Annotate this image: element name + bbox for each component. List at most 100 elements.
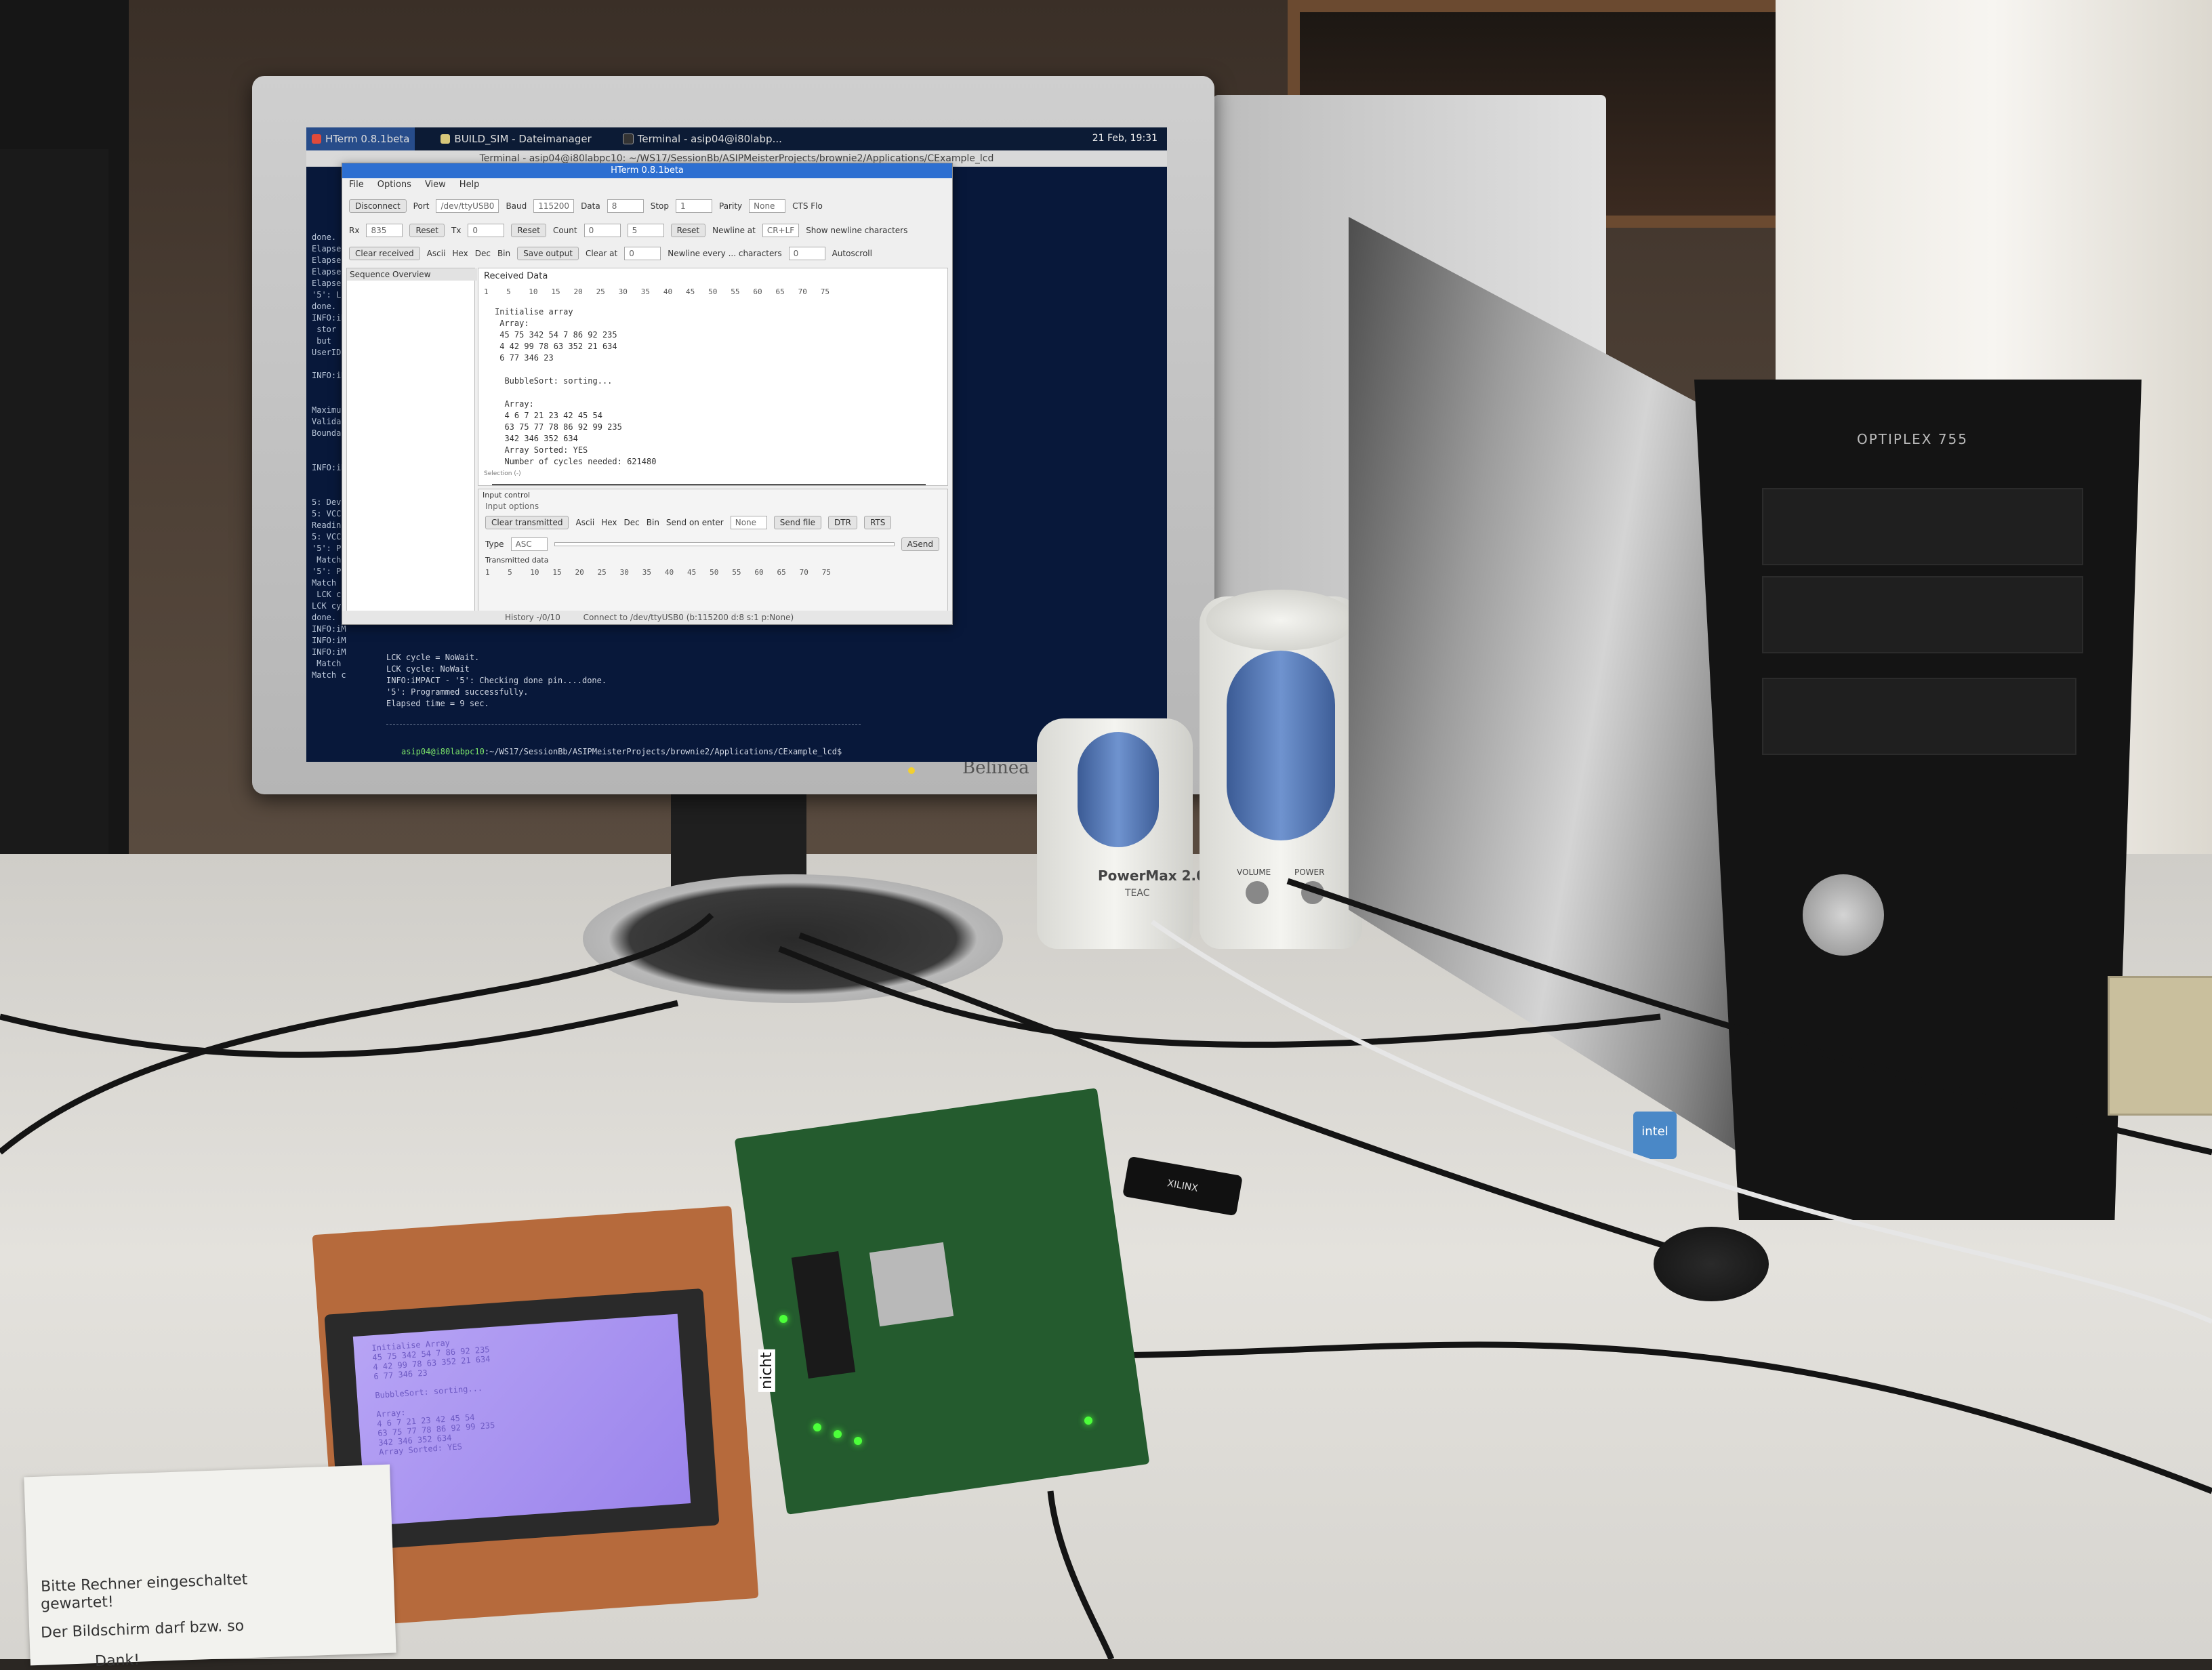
hex-checkbox[interactable]: Hex	[452, 249, 468, 258]
type-label: Type	[485, 539, 504, 549]
clear-at-input[interactable]: 0	[624, 247, 661, 260]
taskbar: HTerm 0.8.1beta BUILD_SIM - Dateimanager…	[306, 127, 1167, 150]
send-on-enter-label: Send on enter	[665, 518, 724, 527]
save-output-button[interactable]: Save output	[517, 247, 579, 260]
newline-every-label: Newline every ... characters	[668, 249, 782, 258]
left-speaker-grill	[1078, 732, 1159, 847]
speaker-sub-brand: TEAC	[1125, 888, 1150, 899]
history-label: History -/0/10	[505, 613, 560, 622]
connection-status: Connect to /dev/ttyUSB0 (b:115200 d:8 s:…	[583, 613, 794, 622]
folder-icon	[441, 134, 451, 144]
send-input[interactable]	[554, 542, 895, 546]
terminal-line: INFO:iMPACT - '5': Checking done pin....…	[386, 676, 607, 685]
ascii-checkbox[interactable]: Ascii	[427, 249, 446, 258]
stop-bits-select[interactable]: 1	[676, 199, 712, 213]
received-line: 6 77 346 23	[495, 353, 554, 363]
status-led-4	[1084, 1417, 1092, 1425]
right-speaker-grill	[1227, 651, 1335, 840]
input-control-title: Input control	[483, 491, 531, 500]
mouse-puck	[1654, 1227, 1769, 1301]
port-select[interactable]: /dev/ttyUSB0	[436, 199, 499, 213]
data-bits-select[interactable]: 8	[607, 199, 644, 213]
received-line: 45 75 342 54 7 86 92 235	[495, 330, 617, 340]
count-reset-button[interactable]: Reset	[670, 224, 706, 237]
dell-logo-icon	[1803, 874, 1884, 956]
received-line: 4 6 7 21 23 42 45 54	[495, 411, 602, 420]
intel-sticker: intel	[1633, 1112, 1677, 1159]
fpga-heatsink	[869, 1242, 954, 1327]
tx-hex-checkbox[interactable]: Hex	[601, 518, 617, 527]
hterm-window[interactable]: HTerm 0.8.1beta File Options View Help D…	[342, 163, 953, 625]
status-led-1	[813, 1423, 821, 1431]
show-newline-checkbox[interactable]: Show newline characters	[806, 226, 907, 235]
connection-row: Disconnect Port /dev/ttyUSB0 Baud 115200…	[349, 196, 945, 216]
rts-button[interactable]: RTS	[863, 516, 892, 529]
terminal-line: INFO:iM	[312, 636, 346, 645]
power-knob[interactable]	[1301, 881, 1324, 904]
disconnect-button[interactable]: Disconnect	[349, 199, 407, 213]
tx-reset-button[interactable]: Reset	[511, 224, 546, 237]
hterm-titlebar[interactable]: HTerm 0.8.1beta	[342, 163, 952, 178]
hterm-app-icon	[312, 134, 321, 144]
tx-bin-checkbox[interactable]: Bin	[647, 518, 659, 527]
count-label: Count	[552, 226, 577, 235]
stop-label: Stop	[650, 201, 669, 211]
tx-ascii-checkbox[interactable]: Ascii	[575, 518, 594, 527]
newline-every-input[interactable]: 0	[788, 247, 825, 260]
dec-checkbox[interactable]: Dec	[475, 249, 491, 258]
newline-select[interactable]: CR+LF	[762, 224, 800, 237]
clear-received-button[interactable]: Clear received	[349, 247, 420, 260]
send-file-button[interactable]: Send file	[773, 516, 822, 529]
received-line: Array:	[495, 399, 534, 409]
menu-help[interactable]: Help	[459, 178, 480, 192]
monitor-power-led	[908, 767, 915, 774]
received-data-pane[interactable]: Received Data 1 5 10 15 20 25 30 35 40 4…	[478, 268, 948, 486]
received-data-title: Received Data	[484, 271, 548, 281]
selection-label: Selection (-)	[484, 470, 521, 477]
status-led-5	[779, 1315, 787, 1323]
terminal-line: LCK cycle: NoWait	[386, 664, 470, 674]
taskbar-item-file-manager[interactable]: BUILD_SIM - Dateimanager	[435, 133, 596, 145]
type-row: Type ASC ASend	[485, 534, 939, 554]
taskbar-clock: 21 Feb, 19:31	[1092, 133, 1158, 144]
clear-transmitted-button[interactable]: Clear transmitted	[485, 516, 569, 529]
menu-options[interactable]: Options	[377, 178, 411, 192]
asend-button[interactable]: ASend	[901, 537, 939, 551]
count-input[interactable]: 0	[583, 224, 621, 237]
type-select[interactable]: ASC	[510, 537, 548, 551]
dtr-button[interactable]: DTR	[828, 516, 857, 529]
transmitted-data-title: Transmitted data	[485, 556, 549, 565]
volume-knob[interactable]	[1246, 881, 1269, 904]
terminal-line: Elapsed time = 9 sec.	[386, 699, 489, 708]
rx-reset-button[interactable]: Reset	[409, 224, 445, 237]
received-line: Array:	[495, 319, 529, 328]
menu-file[interactable]: File	[349, 178, 364, 192]
terminal-prompt[interactable]: asip04@i80labpc10:~/WS17/SessionBb/ASIPM…	[401, 747, 842, 756]
cts-checkbox[interactable]: CTS Flo	[792, 201, 823, 211]
received-line: BubbleSort: sorting...	[495, 376, 613, 386]
send-on-enter-select[interactable]: None	[730, 516, 767, 529]
count-input-2[interactable]: 5	[627, 224, 664, 237]
pc-model-label: OPTIPLEX 755	[1857, 431, 1968, 447]
parity-label: Parity	[719, 201, 743, 211]
clear-at-checkbox[interactable]: Clear at	[586, 249, 617, 258]
hterm-statusbar: History -/0/10 Connect to /dev/ttyUSB0 (…	[342, 611, 952, 624]
baud-select[interactable]: 115200	[533, 199, 575, 213]
taskbar-item-label: HTerm 0.8.1beta	[325, 133, 410, 145]
taskbar-item-hterm[interactable]: HTerm 0.8.1beta	[306, 127, 415, 150]
tx-label: Tx	[451, 226, 462, 235]
received-line	[495, 387, 656, 399]
drive-bay-3	[1762, 678, 2076, 755]
received-line: 63 75 77 78 86 92 99 235	[495, 422, 622, 432]
received-line	[495, 364, 656, 375]
left-monitor-screen	[0, 149, 108, 949]
autoscroll-checkbox[interactable]: Autoscroll	[832, 249, 872, 258]
parity-select[interactable]: None	[749, 199, 786, 213]
taskbar-item-label: BUILD_SIM - Dateimanager	[454, 133, 592, 145]
taskbar-item-terminal[interactable]: Terminal - asip04@i80labp...	[617, 133, 787, 145]
bin-checkbox[interactable]: Bin	[497, 249, 510, 258]
received-data-text: Initialise array Array: 45 75 342 54 7 8…	[495, 306, 656, 468]
menu-view[interactable]: View	[425, 178, 446, 192]
newline-label: Newline at	[712, 226, 756, 235]
tx-dec-checkbox[interactable]: Dec	[624, 518, 640, 527]
